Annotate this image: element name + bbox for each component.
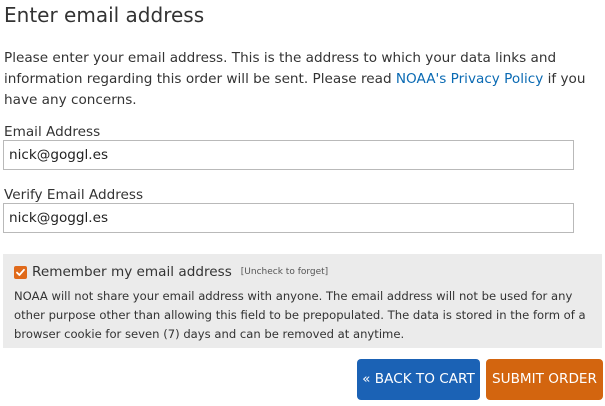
- email-entry-page: Enter email address Please enter your em…: [0, 0, 605, 406]
- verify-email-label: Verify Email Address: [4, 187, 144, 203]
- remember-email-row: Remember my email address [Uncheck to fo…: [14, 263, 328, 281]
- email-input[interactable]: [3, 140, 574, 170]
- check-icon: [16, 268, 25, 276]
- remember-email-label[interactable]: Remember my email address: [32, 264, 232, 280]
- page-title: Enter email address: [4, 3, 205, 27]
- remember-email-panel: Remember my email address [Uncheck to fo…: [3, 254, 602, 348]
- submit-order-button[interactable]: SUBMIT ORDER: [486, 359, 603, 400]
- uncheck-hint: [Uncheck to forget]: [240, 267, 329, 277]
- verify-email-input[interactable]: [3, 203, 574, 233]
- privacy-policy-link[interactable]: NOAA's Privacy Policy: [396, 71, 543, 87]
- email-label: Email Address: [4, 124, 101, 140]
- back-to-cart-button[interactable]: « BACK TO CART: [357, 359, 480, 400]
- intro-paragraph: Please enter your email address. This is…: [4, 48, 596, 111]
- privacy-note: NOAA will not share your email address w…: [14, 289, 586, 341]
- remember-email-checkbox[interactable]: [14, 265, 27, 279]
